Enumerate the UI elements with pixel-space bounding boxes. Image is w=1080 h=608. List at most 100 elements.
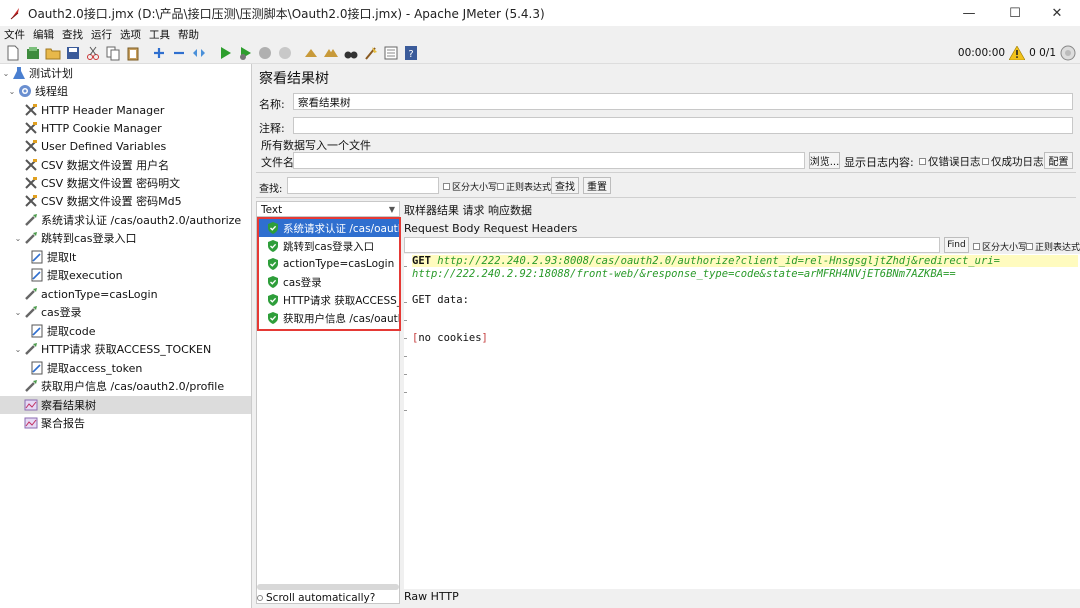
tree-item-extract-code[interactable]: 提取code — [30, 322, 96, 340]
tree-item-csv-username[interactable]: CSV 数据文件设置 用户名 — [24, 156, 169, 174]
browse-button[interactable]: 浏览... — [809, 152, 840, 169]
case-sensitive-checkbox[interactable]: 区分大小写 — [443, 180, 497, 193]
new-icon[interactable] — [4, 44, 22, 62]
help-icon[interactable]: ? — [402, 44, 420, 62]
results-list: 系统请求认证 /cas/oauth2.0/authorize 跳转到cas登录入… — [256, 216, 401, 604]
errors-only-checkbox[interactable]: 仅错误日志 — [919, 154, 981, 169]
remote-status-icon — [1060, 45, 1076, 61]
minimize-button[interactable]: — — [946, 0, 992, 26]
tree-item-thread-group[interactable]: ⌄ 线程组 — [8, 82, 68, 100]
result-item[interactable]: 系统请求认证 /cas/oauth2.0/authorize — [259, 219, 399, 237]
menu-search[interactable]: 查找 — [58, 27, 87, 42]
response-tabs[interactable]: 取样器结果 请求 响应数据 — [404, 202, 532, 218]
stop-icon[interactable] — [256, 44, 274, 62]
collapse-toggle-icon[interactable]: ⌄ — [14, 308, 22, 317]
menu-edit[interactable]: 编辑 — [29, 27, 58, 42]
comment-input[interactable] — [293, 117, 1073, 134]
config-tool-icon — [25, 159, 37, 171]
success-shield-icon — [268, 294, 278, 306]
toggle-icon[interactable] — [190, 44, 208, 62]
file-name-input[interactable] — [293, 152, 805, 169]
tree-item-aggregate-report[interactable]: 聚合报告 — [24, 414, 85, 432]
warning-icon[interactable] — [1009, 46, 1026, 60]
menu-options[interactable]: 选项 — [116, 27, 145, 42]
open-icon[interactable] — [44, 44, 62, 62]
window-title: Oauth2.0接口.jmx (D:\产品\接口压测\压测脚本\Oauth2.0… — [28, 6, 545, 21]
result-item[interactable]: 跳转到cas登录入口 — [267, 237, 399, 255]
collapse-icon[interactable] — [170, 44, 188, 62]
listener-icon — [24, 417, 38, 429]
request-subtabs-label[interactable]: Request Body Request Headers — [404, 222, 577, 235]
configure-button[interactable]: 配置 — [1044, 152, 1073, 169]
paste-icon[interactable] — [124, 44, 142, 62]
listener-icon — [24, 399, 38, 411]
test-plan-icon — [13, 67, 25, 79]
menu-file[interactable]: 文件 — [0, 27, 29, 42]
request-url: http://222.240.2.93:8008/cas/oauth2.0/au… — [437, 255, 1000, 267]
sampler-icon — [25, 232, 37, 244]
tree-item-access-token-request[interactable]: ⌄ HTTP请求 获取ACCESS_TOCKEN — [14, 340, 211, 358]
search-button[interactable]: 查找 — [551, 177, 579, 194]
tree-item-extract-access-token[interactable]: 提取access_token — [30, 359, 142, 377]
reset-button[interactable]: 重置 — [583, 177, 611, 194]
menu-run[interactable]: 运行 — [87, 27, 116, 42]
tree-item-cas-login[interactable]: ⌄ cas登录 — [14, 303, 82, 321]
maximize-button[interactable]: ☐ — [992, 0, 1038, 26]
response-text-area[interactable]: GET http://222.240.2.93:8008/cas/oauth2.… — [404, 254, 1080, 589]
tree-item-action-type[interactable]: actionType=casLogin — [24, 285, 158, 303]
save-icon[interactable] — [64, 44, 82, 62]
sampler-icon — [25, 380, 37, 392]
collapse-toggle-icon[interactable]: ⌄ — [2, 69, 10, 78]
shutdown-icon[interactable] — [276, 44, 294, 62]
collapse-toggle-icon[interactable]: ⌄ — [8, 87, 16, 96]
start-icon[interactable] — [216, 44, 234, 62]
result-item[interactable]: HTTP请求 获取ACCESS_TOCKEN — [267, 291, 399, 309]
page-title: 察看结果树 — [259, 71, 329, 87]
scroll-automatically-checkbox[interactable]: Scroll automatically? — [257, 592, 375, 604]
radio-icon — [257, 595, 263, 601]
tree-item-user-defined-variables[interactable]: User Defined Variables — [24, 137, 166, 155]
close-button[interactable]: ✕ — [1034, 0, 1080, 26]
tree-item-csv-password[interactable]: CSV 数据文件设置 密码明文 — [24, 174, 180, 192]
expand-icon[interactable] — [150, 44, 168, 62]
results-horizontal-scrollbar[interactable] — [257, 584, 399, 590]
tree-item-header-manager[interactable]: HTTP Header Manager — [24, 101, 164, 119]
search-icon[interactable] — [342, 44, 360, 62]
reset-search-icon[interactable] — [362, 44, 380, 62]
start-no-pauses-icon[interactable] — [236, 44, 254, 62]
response-search-input[interactable] — [404, 237, 940, 253]
collapse-toggle-icon[interactable]: ⌄ — [14, 234, 22, 243]
tree-item-cas-login-entry[interactable]: ⌄ 跳转到cas登录入口 — [14, 229, 137, 247]
raw-http-tab[interactable]: Raw HTTP — [404, 590, 459, 603]
tree-item-view-results-tree[interactable]: 察看结果树 — [0, 396, 251, 414]
tree-item-extract-lt[interactable]: 提取lt — [30, 248, 76, 266]
tree-item-csv-password-md5[interactable]: CSV 数据文件设置 密码Md5 — [24, 192, 182, 210]
result-item[interactable]: 获取用户信息 /cas/oauth2.0/profile — [267, 309, 399, 327]
response-regex-checkbox[interactable]: 正则表达式 — [1026, 240, 1080, 253]
menu-tools[interactable]: 工具 — [145, 27, 174, 42]
tree-item-cookie-manager[interactable]: HTTP Cookie Manager — [24, 119, 162, 137]
collapse-toggle-icon[interactable]: ⌄ — [14, 345, 22, 354]
tree-item-profile-sampler[interactable]: 获取用户信息 /cas/oauth2.0/profile — [24, 377, 224, 395]
response-case-sensitive-checkbox[interactable]: 区分大小写 — [973, 240, 1027, 253]
get-data-label: GET data: — [412, 294, 469, 306]
result-item[interactable]: actionType=casLogin — [267, 255, 399, 273]
templates-icon[interactable] — [24, 44, 42, 62]
cut-icon[interactable] — [84, 44, 102, 62]
function-helper-icon[interactable] — [382, 44, 400, 62]
config-tool-icon — [25, 195, 37, 207]
name-input[interactable]: 察看结果树 — [293, 93, 1073, 110]
search-input[interactable] — [287, 177, 439, 194]
clear-icon[interactable] — [302, 44, 320, 62]
regex-checkbox[interactable]: 正则表达式 — [497, 180, 551, 193]
menu-help[interactable]: 帮助 — [174, 27, 203, 42]
tree-item-authorize-sampler[interactable]: 系统请求认证 /cas/oauth2.0/authorize — [24, 211, 241, 229]
result-item[interactable]: cas登录 — [267, 273, 399, 291]
clear-all-icon[interactable] — [322, 44, 340, 62]
response-find-button[interactable]: Find — [944, 237, 969, 253]
copy-icon[interactable] — [104, 44, 122, 62]
tree-item-extract-execution[interactable]: 提取execution — [30, 266, 123, 284]
success-only-checkbox[interactable]: 仅成功日志 — [982, 154, 1044, 169]
extractor-icon — [31, 268, 43, 282]
tree-item-test-plan[interactable]: ⌄ 测试计划 — [2, 64, 73, 82]
